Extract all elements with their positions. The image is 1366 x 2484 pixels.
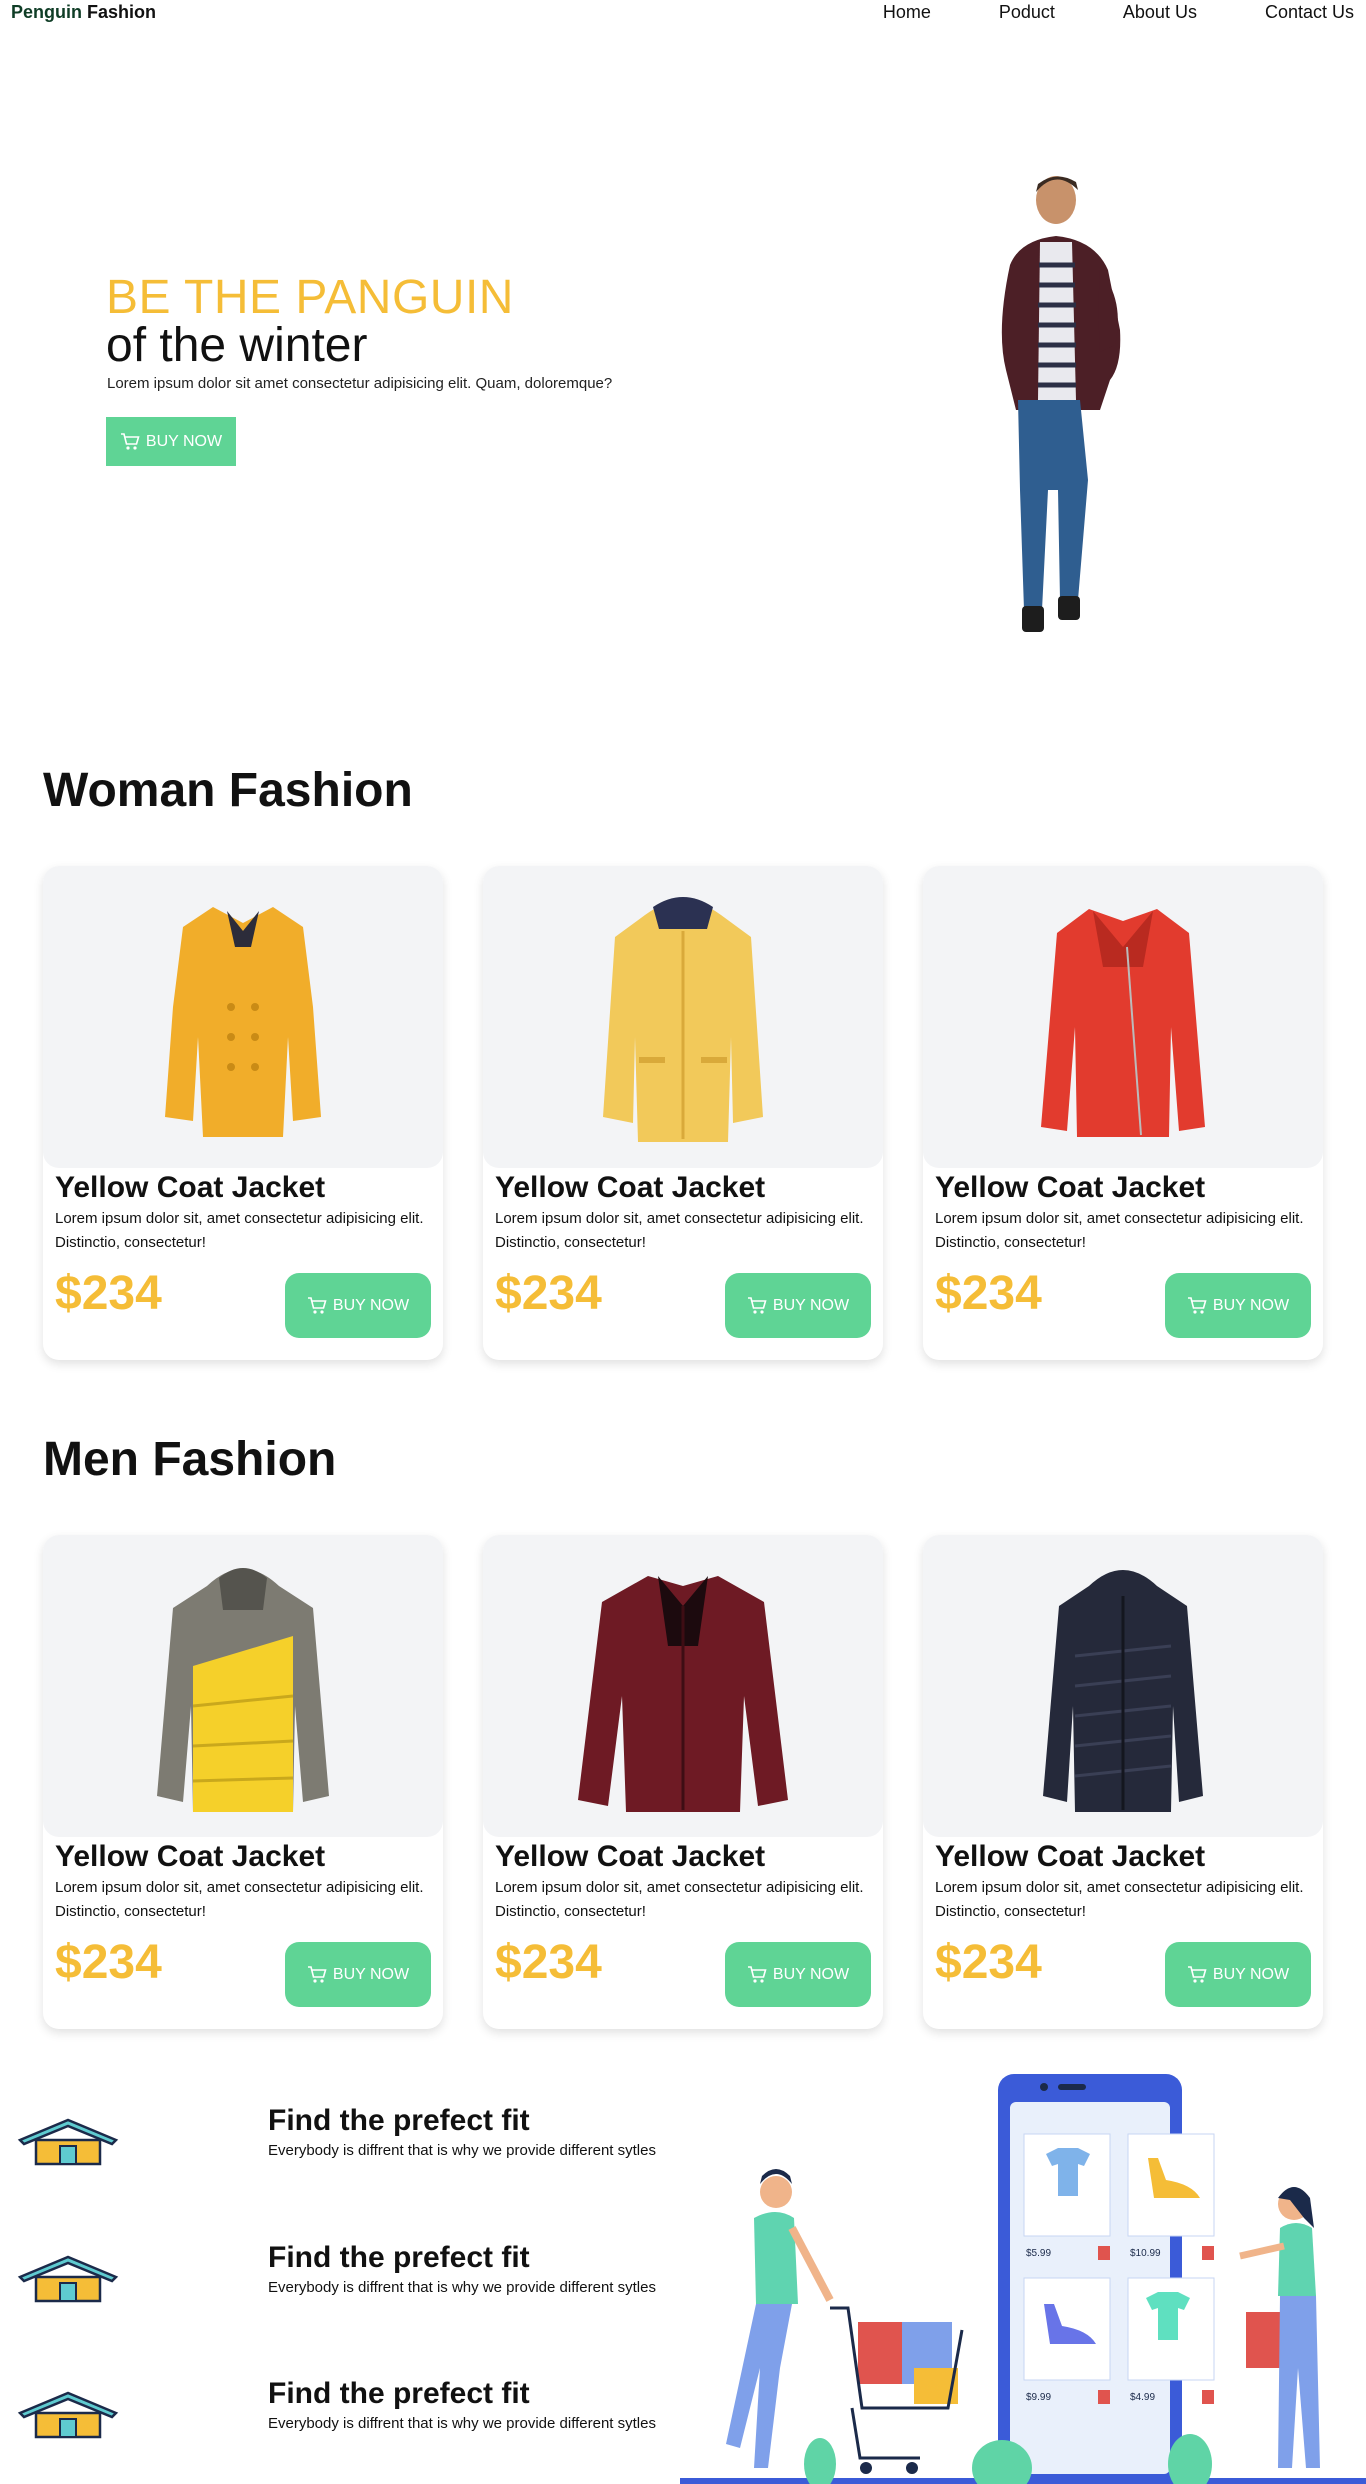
cart-icon — [120, 432, 140, 450]
product-card[interactable]: Yellow Coat Jacket Lorem ipsum dolor sit… — [483, 1535, 883, 2029]
feature-item: Find the prefect fit Everybody is diffre… — [16, 2377, 696, 2457]
navy-down-jacket-image — [1043, 1570, 1203, 1812]
yellow-rain-jacket-image — [603, 897, 763, 1142]
house-icon — [17, 2255, 119, 2303]
product-description: Lorem ipsum dolor sit, amet consectetur … — [55, 1210, 424, 1251]
feature-title: Find the prefect fit — [268, 2241, 530, 2274]
nav-links: Home Poduct About Us Contact Us — [815, 0, 1354, 24]
product-price: $234 — [935, 1936, 1042, 1989]
hero-buy-now-button[interactable]: BUY NOW — [106, 417, 236, 466]
product-price: $234 — [495, 1267, 602, 1320]
product-price: $234 — [935, 1267, 1042, 1320]
price-tag-2: $10.99 — [1130, 2248, 1161, 2259]
product-image-container — [483, 1535, 883, 1837]
product-title: Yellow Coat Jacket — [55, 1840, 326, 1873]
product-description: Lorem ipsum dolor sit, amet consectetur … — [935, 1210, 1304, 1251]
cart-icon — [307, 1296, 327, 1314]
product-image-container — [43, 1535, 443, 1837]
product-title: Yellow Coat Jacket — [495, 1840, 766, 1873]
buy-now-label: BUY NOW — [772, 1965, 850, 1983]
nav-link-home[interactable]: Home — [883, 0, 931, 24]
burgundy-leather-jacket-image — [578, 1576, 788, 1812]
product-description: Lorem ipsum dolor sit, amet consectetur … — [935, 1879, 1304, 1920]
buy-now-button[interactable]: BUY NOW — [725, 1942, 871, 2007]
feature-subtitle: Everybody is diffrent that is why we pro… — [268, 2415, 656, 2432]
product-price: $234 — [495, 1936, 602, 1989]
cart-icon — [747, 1296, 767, 1314]
puffer-jacket-image — [157, 1568, 329, 1812]
product-card[interactable]: Yellow Coat Jacket Lorem ipsum dolor sit… — [923, 866, 1323, 1360]
brand-name-part2: Fashion — [87, 2, 157, 22]
top-navbar: Penguin Fashion Home Poduct About Us Con… — [0, 0, 1366, 24]
buy-now-label: BUY NOW — [772, 1296, 850, 1314]
product-description: Lorem ipsum dolor sit, amet consectetur … — [495, 1879, 864, 1920]
nav-link-contact[interactable]: Contact Us — [1265, 0, 1354, 24]
woman-fashion-title: Woman Fashion — [43, 764, 413, 817]
buy-now-button[interactable]: BUY NOW — [1165, 1273, 1311, 1338]
buy-now-label: BUY NOW — [1212, 1296, 1290, 1314]
nav-link-about[interactable]: About Us — [1123, 0, 1197, 24]
product-title: Yellow Coat Jacket — [935, 1171, 1206, 1204]
house-icon — [17, 2391, 119, 2439]
buy-now-label: BUY NOW — [1212, 1965, 1290, 1983]
product-title: Yellow Coat Jacket — [935, 1840, 1206, 1873]
hero-buy-now-label: BUY NOW — [145, 432, 223, 450]
hero-model-image — [1001, 176, 1121, 632]
cart-icon — [747, 1965, 767, 1983]
product-card[interactable]: Yellow Coat Jacket Lorem ipsum dolor sit… — [43, 1535, 443, 2029]
red-leather-jacket-image — [1041, 909, 1205, 1137]
brand-logo[interactable]: Penguin Fashion — [11, 0, 156, 24]
house-icon — [17, 2118, 119, 2166]
product-card[interactable]: Yellow Coat Jacket Lorem ipsum dolor sit… — [483, 866, 883, 1360]
feature-subtitle: Everybody is diffrent that is why we pro… — [268, 2142, 656, 2159]
product-image-container — [923, 866, 1323, 1168]
buy-now-label: BUY NOW — [332, 1296, 410, 1314]
feature-title: Find the prefect fit — [268, 2377, 530, 2410]
product-card[interactable]: Yellow Coat Jacket Lorem ipsum dolor sit… — [43, 866, 443, 1360]
price-tag-1: $5.99 — [1026, 2248, 1051, 2259]
buy-now-label: BUY NOW — [332, 1965, 410, 1983]
nav-link-product[interactable]: Poduct — [999, 0, 1055, 24]
product-card[interactable]: Yellow Coat Jacket Lorem ipsum dolor sit… — [923, 1535, 1323, 2029]
price-tag-4: $4.99 — [1130, 2392, 1155, 2403]
buy-now-button[interactable]: BUY NOW — [285, 1273, 431, 1338]
hero-title-rest: of the winter — [106, 319, 368, 372]
feature-item: Find the prefect fit Everybody is diffre… — [16, 2241, 696, 2321]
brand-name-part1: Penguin — [11, 2, 82, 22]
product-image-container — [43, 866, 443, 1168]
product-description: Lorem ipsum dolor sit, amet consectetur … — [55, 1879, 424, 1920]
feature-subtitle: Everybody is diffrent that is why we pro… — [268, 2279, 656, 2296]
product-image-container — [923, 1535, 1323, 1837]
price-tag-3: $9.99 — [1026, 2392, 1051, 2403]
hero-description: Lorem ipsum dolor sit amet consectetur a… — [107, 375, 613, 392]
cart-icon — [307, 1965, 327, 1983]
feature-item: Find the prefect fit Everybody is diffre… — [16, 2104, 696, 2184]
buy-now-button[interactable]: BUY NOW — [285, 1942, 431, 2007]
product-description: Lorem ipsum dolor sit, amet consectetur … — [495, 1210, 864, 1251]
men-fashion-title: Men Fashion — [43, 1433, 337, 1486]
product-title: Yellow Coat Jacket — [495, 1171, 766, 1204]
woman-product-row: Yellow Coat Jacket Lorem ipsum dolor sit… — [43, 866, 1323, 1360]
product-title: Yellow Coat Jacket — [55, 1171, 326, 1204]
product-image-container — [483, 866, 883, 1168]
buy-now-button[interactable]: BUY NOW — [1165, 1942, 1311, 2007]
cart-icon — [1187, 1965, 1207, 1983]
yellow-coat-image — [165, 907, 321, 1137]
product-price: $234 — [55, 1936, 162, 1989]
cart-icon — [1187, 1296, 1207, 1314]
feature-title: Find the prefect fit — [268, 2104, 530, 2137]
buy-now-button[interactable]: BUY NOW — [725, 1273, 871, 1338]
men-product-row: Yellow Coat Jacket Lorem ipsum dolor sit… — [43, 1535, 1323, 2029]
online-shopping-illustration: $5.99 $10.99 $9.99 $4.99 — [680, 2074, 1366, 2484]
product-price: $234 — [55, 1267, 162, 1320]
